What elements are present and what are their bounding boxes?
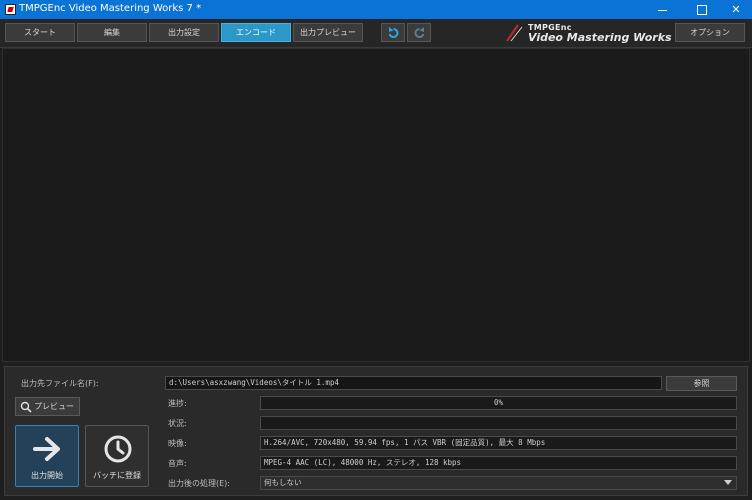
audio-label: 音声:: [168, 459, 187, 468]
chevron-down-icon: [724, 480, 732, 485]
start-output-label: 出力開始: [31, 471, 63, 480]
status-label: 状況:: [168, 419, 187, 428]
encode-panel: 出力先ファイル名(F): d:\Users\asxzwang\Videos\タイ…: [4, 366, 748, 496]
status-field: [260, 416, 737, 430]
redo-button[interactable]: [407, 23, 431, 42]
after-output-label: 出力後の処理(E):: [168, 479, 230, 488]
output-filename-label: 出力先ファイル名(F):: [21, 379, 99, 388]
magnifier-icon: [20, 401, 32, 413]
preview-button[interactable]: プレビュー: [15, 397, 80, 416]
preview-button-label: プレビュー: [34, 402, 74, 411]
undo-icon: [388, 27, 399, 38]
audio-info-field: MPEG-4 AAC (LC), 48000 Hz, ステレオ, 128 kbp…: [260, 456, 737, 470]
brand-product-name: Video Mastering Works 7: [528, 31, 684, 44]
maximize-icon: [697, 5, 707, 15]
minimize-icon: [657, 9, 667, 11]
brand-logo: TMPGEnc Video Mastering Works 7: [506, 21, 683, 45]
app-icon: [5, 4, 16, 15]
tab-edit[interactable]: 編集: [77, 23, 147, 42]
undo-button[interactable]: [381, 23, 405, 42]
minimize-button[interactable]: [644, 0, 680, 19]
video-preview-area: [2, 48, 750, 362]
browse-button[interactable]: 参照: [666, 376, 737, 391]
window-title: TMPGEnc Video Mastering Works 7 *: [19, 3, 202, 14]
start-output-button[interactable]: 出力開始: [15, 425, 79, 487]
clock-icon: [104, 435, 132, 463]
add-to-batch-label: バッチに登録: [93, 471, 141, 480]
options-button[interactable]: オプション: [675, 23, 745, 42]
add-to-batch-button[interactable]: バッチに登録: [85, 425, 149, 487]
redo-icon: [414, 27, 425, 38]
title-bar: TMPGEnc Video Mastering Works 7 * ✕: [0, 0, 752, 19]
tab-encode[interactable]: エンコード: [221, 23, 291, 42]
brand-mark-icon: [506, 24, 523, 42]
after-output-select[interactable]: 何もしない: [260, 476, 737, 490]
tab-output-preview[interactable]: 出力プレビュー: [293, 23, 363, 42]
progress-label: 進捗:: [168, 399, 187, 408]
close-icon: ✕: [731, 3, 741, 16]
progress-bar: 0%: [260, 396, 737, 410]
arrow-right-icon: [33, 437, 60, 461]
close-button[interactable]: ✕: [718, 0, 752, 19]
maximize-button[interactable]: [684, 0, 720, 19]
video-info-field: H.264/AVC, 720x480, 59.94 fps, 1 パス VBR …: [260, 436, 737, 450]
after-output-value: 何もしない: [264, 478, 302, 487]
tab-output-settings[interactable]: 出力設定: [149, 23, 219, 42]
main-toolbar: スタート 編集 出力設定 エンコード 出力プレビュー TMPGEnc Video…: [0, 19, 752, 48]
tab-start[interactable]: スタート: [5, 23, 75, 42]
progress-text: 0%: [493, 398, 504, 407]
output-filename-field[interactable]: d:\Users\asxzwang\Videos\タイトル 1.mp4: [165, 376, 662, 390]
video-label: 映像:: [168, 439, 187, 448]
